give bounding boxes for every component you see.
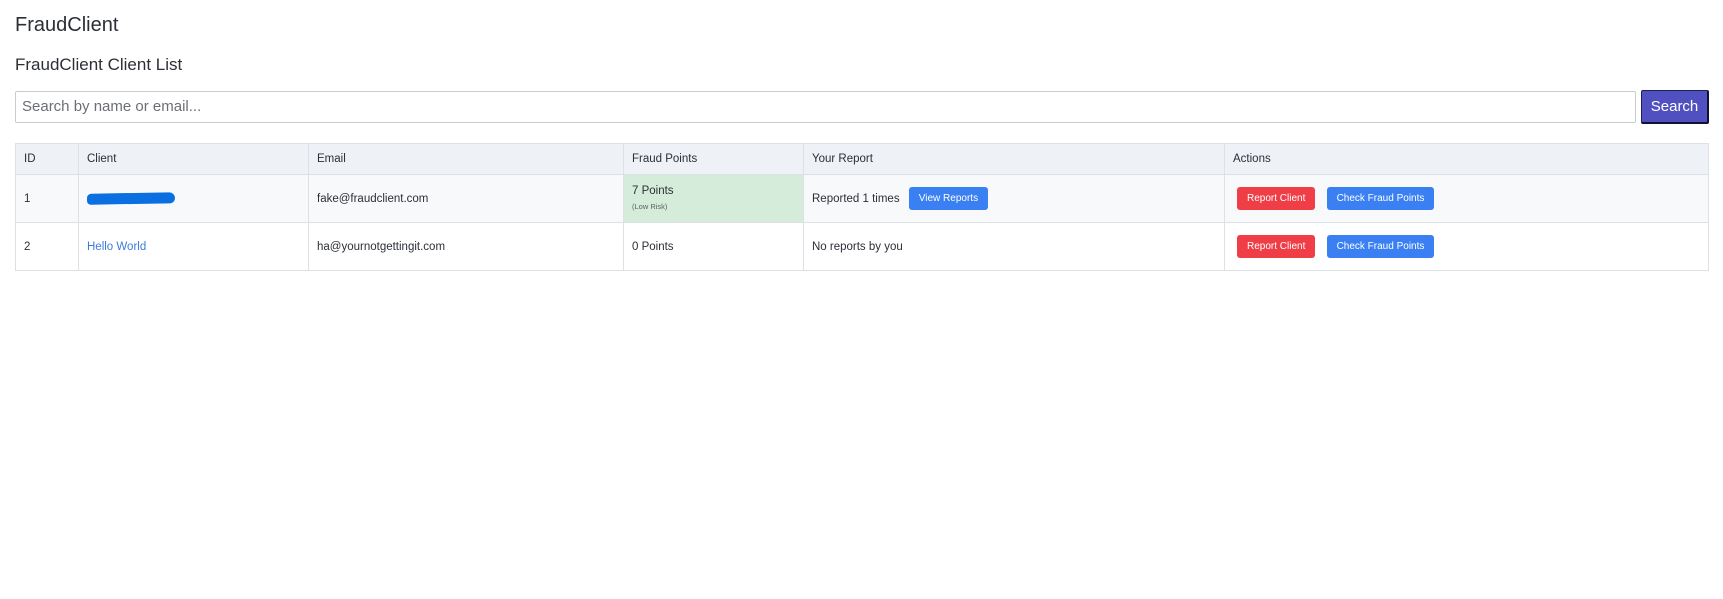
page: FraudClient FraudClient Client List Sear…	[0, 0, 1723, 599]
check-fraud-points-button[interactable]: Check Fraud Points	[1326, 235, 1435, 258]
cell-your-report: Reported 1 times View Reports	[803, 174, 1225, 223]
cell-fraud-points: 0 Points	[623, 222, 804, 271]
cell-email: ha@yournotgettingit.com	[308, 222, 624, 271]
cell-client	[78, 174, 309, 223]
client-name-link[interactable]: Hello World	[87, 241, 146, 253]
table-header-row: ID Client Email Fraud Points Your Report…	[15, 143, 1709, 175]
header-id: ID	[15, 143, 79, 175]
fraud-points-value: 0 Points	[632, 240, 674, 253]
table-row: 1 fake@fraudclient.com 7 Points (Low Ris…	[15, 174, 1709, 223]
client-table: ID Client Email Fraud Points Your Report…	[15, 143, 1709, 271]
check-fraud-points-button[interactable]: Check Fraud Points	[1326, 187, 1435, 210]
cell-actions: Report Client Check Fraud Points	[1224, 222, 1709, 271]
cell-id: 2	[15, 222, 79, 271]
header-your-report: Your Report	[803, 143, 1225, 175]
redacted-client-name[interactable]	[86, 192, 176, 205]
cell-your-report: No reports by you	[803, 222, 1225, 271]
cell-id: 1	[15, 174, 79, 223]
report-client-button[interactable]: Report Client	[1237, 235, 1316, 258]
report-client-button[interactable]: Report Client	[1237, 187, 1316, 210]
report-status-text: Reported 1 times	[812, 192, 900, 205]
risk-level-label: (Low Risk)	[632, 202, 668, 211]
cell-client: Hello World	[78, 222, 309, 271]
header-actions: Actions	[1224, 143, 1709, 175]
search-button[interactable]: Search	[1641, 89, 1709, 124]
table-row: 2 Hello World ha@yournotgettingit.com 0 …	[15, 222, 1709, 271]
page-title: FraudClient Client List	[15, 55, 183, 74]
cell-actions: Report Client Check Fraud Points	[1224, 174, 1709, 223]
cell-email: fake@fraudclient.com	[308, 174, 624, 223]
app-title: FraudClient	[15, 14, 119, 36]
header-client: Client	[78, 143, 309, 175]
header-email: Email	[308, 143, 624, 175]
report-status-text: No reports by you	[812, 240, 903, 253]
search-bar: Search	[15, 89, 1709, 124]
header-fraud-points: Fraud Points	[623, 143, 804, 175]
search-input[interactable]	[15, 90, 1637, 123]
fraud-points-value: 7 Points	[632, 185, 674, 197]
cell-fraud-points: 7 Points (Low Risk)	[623, 174, 804, 223]
view-reports-button[interactable]: View Reports	[908, 187, 989, 210]
